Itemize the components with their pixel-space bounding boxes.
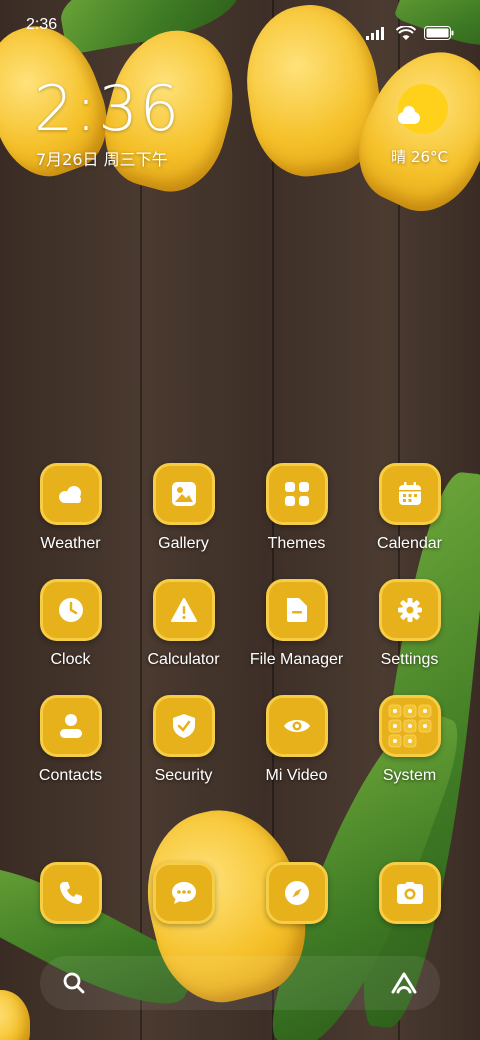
weather-widget-text: 晴 26°C [391, 148, 448, 166]
clock-widget-date[interactable]: 7月26日 周三下午 [36, 146, 168, 170]
app-mi-video[interactable]: Mi Video [240, 695, 353, 785]
status-icons [366, 16, 454, 50]
app-contacts[interactable]: Contacts [14, 695, 127, 785]
dock-phone[interactable] [14, 862, 127, 924]
weather-widget[interactable]: 晴 26°C [391, 84, 448, 167]
app-label: System [382, 767, 437, 784]
app-label: Security [154, 767, 213, 784]
dock-messages[interactable] [127, 862, 240, 924]
app-gallery[interactable]: Gallery [127, 463, 240, 553]
dock [14, 862, 466, 924]
app-weather[interactable]: Weather [14, 463, 127, 553]
app-label: Contacts [38, 767, 103, 784]
calendar-icon [378, 463, 441, 525]
dock-browser[interactable] [240, 862, 353, 924]
app-label: Gallery [158, 535, 209, 552]
folder-grid-icon [378, 695, 441, 757]
contacts-icon [39, 695, 102, 757]
gear-icon [378, 579, 441, 641]
search-icon[interactable] [62, 971, 86, 995]
app-label: File Manager [249, 651, 344, 668]
app-system-folder[interactable]: System [353, 695, 466, 785]
weather-icon [39, 463, 102, 525]
camera-icon [378, 862, 441, 924]
app-clock[interactable]: Clock [14, 579, 127, 669]
app-label: Calculator [147, 651, 220, 668]
app-label: Themes [267, 535, 326, 552]
app-security[interactable]: Security [127, 695, 240, 785]
app-calculator[interactable]: Calculator [127, 579, 240, 669]
app-label: Weather [40, 535, 101, 552]
app-label: Calendar [377, 535, 442, 552]
app-settings[interactable]: Settings [353, 579, 466, 669]
status-bar: 2:36 [0, 0, 480, 50]
gallery-icon [152, 463, 215, 525]
app-grid: Weather Gallery Themes Calendar Clock Ca… [14, 463, 466, 785]
clock-icon [39, 579, 102, 641]
app-themes[interactable]: Themes [240, 463, 353, 553]
home-screen: 2:36 2:36 7月26日 周三下午 晴 26°C Weather Gall… [0, 0, 480, 1040]
dock-camera[interactable] [353, 862, 466, 924]
shield-icon [152, 695, 215, 757]
assistant-icon[interactable] [390, 971, 418, 995]
app-label: Mi Video [265, 767, 328, 784]
search-bar[interactable] [40, 956, 440, 1010]
phone-icon [39, 862, 102, 924]
app-label: Settings [380, 651, 439, 668]
status-time: 2:36 [26, 16, 58, 33]
clock-widget-time[interactable]: 2:36 [34, 72, 181, 145]
calculator-icon [152, 579, 215, 641]
sun-cloud-icon [398, 84, 448, 134]
messages-icon [152, 862, 215, 924]
themes-icon [265, 463, 328, 525]
battery-icon [424, 26, 454, 40]
app-calendar[interactable]: Calendar [353, 463, 466, 553]
signal-icon [366, 26, 388, 40]
folder-icon [265, 579, 328, 641]
wallpaper-tulip [0, 990, 30, 1040]
eye-icon [265, 695, 328, 757]
compass-icon [265, 862, 328, 924]
app-file-manager[interactable]: File Manager [240, 579, 353, 669]
wifi-icon [396, 25, 416, 41]
app-label: Clock [50, 651, 91, 668]
